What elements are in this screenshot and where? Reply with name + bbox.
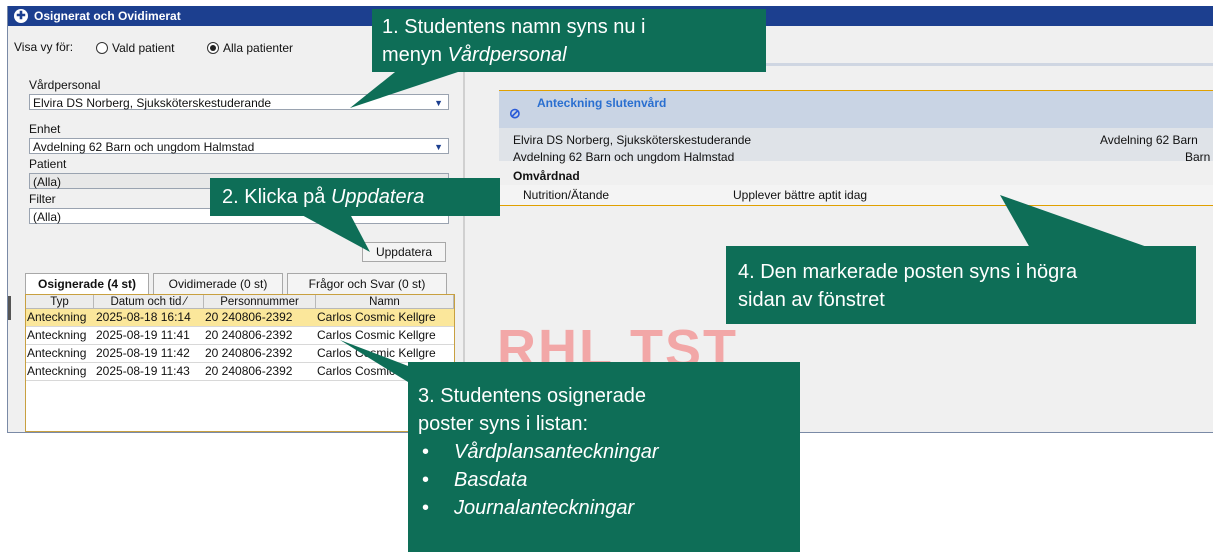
callout-1-pointer: [350, 68, 470, 108]
callout-4-line2: sidan av fönstret: [738, 289, 885, 311]
callout-3-line2: poster syns i listan:: [418, 413, 589, 435]
callout-3-bullet-text: Journalanteckningar: [454, 497, 635, 519]
callout-2: 2. Klicka på Uppdatera: [210, 178, 500, 216]
callout-1-line2-italic: Vårdpersonal: [447, 44, 567, 66]
callout-3-bullet-text: Vårdplansanteckningar: [454, 441, 659, 463]
callout-4-pointer: [1000, 195, 1150, 248]
callout-1: 1. Studentens namn syns nu i menyn Vårdp…: [372, 9, 766, 72]
callout-3: 3. Studentens osignerade poster syns i l…: [408, 362, 800, 552]
callout-2-prefix: 2. Klicka på: [222, 186, 331, 208]
callout-1-line1: 1. Studentens namn syns nu i: [382, 16, 646, 38]
callout-3-bullet-text: Basdata: [454, 469, 528, 491]
callout-2-italic: Uppdatera: [330, 186, 425, 208]
callout-4-line1: 4. Den markerade posten syns i högra: [738, 261, 1078, 283]
callout-3-bullet: • Journalanteckningar: [422, 497, 635, 519]
callout-3-bullet: • Basdata: [422, 469, 528, 491]
callout-2-pointer: [300, 214, 370, 252]
callout-1-line2: menyn Vårdpersonal: [382, 41, 766, 69]
callout-4: 4. Den markerade posten syns i högra sid…: [726, 246, 1196, 324]
callout-1-line2-prefix: menyn: [382, 44, 448, 66]
callout-3-bullet: • Vårdplansanteckningar: [422, 441, 659, 463]
callout-3-line1: 3. Studentens osignerade: [418, 385, 646, 407]
